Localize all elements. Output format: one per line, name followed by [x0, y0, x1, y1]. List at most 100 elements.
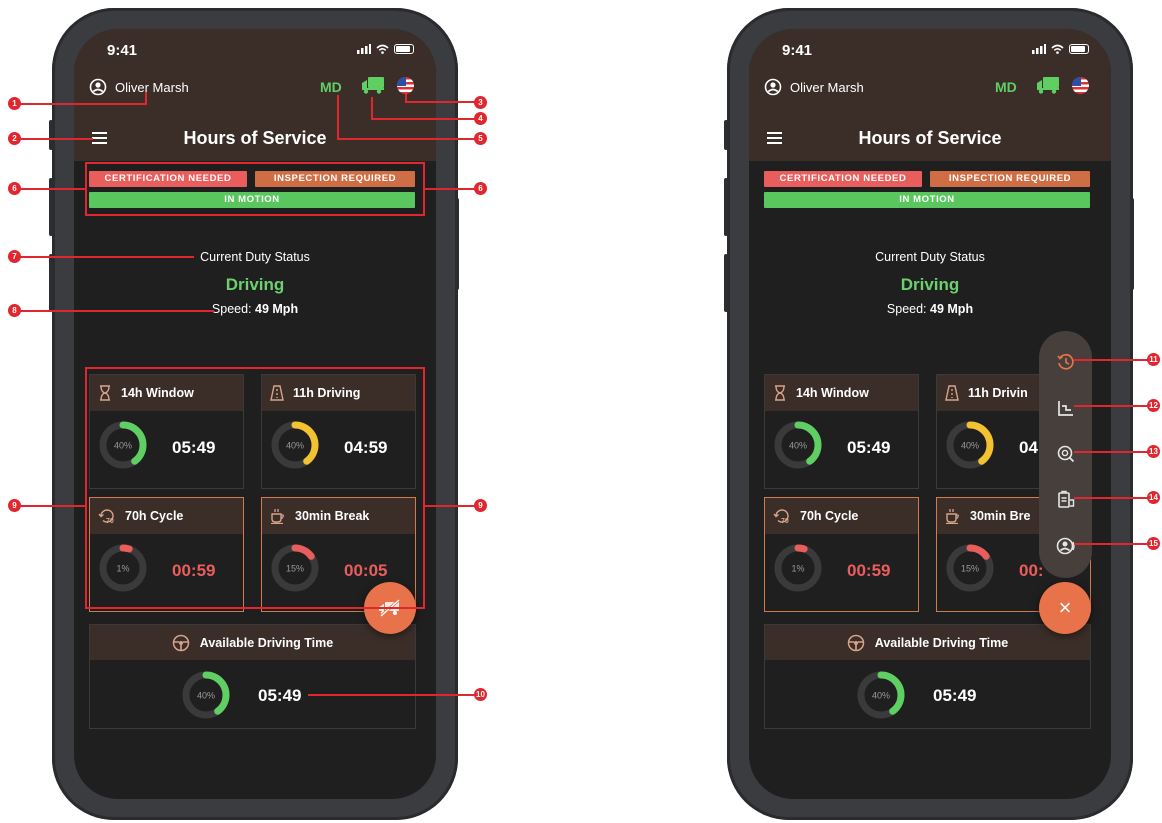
user-name: Oliver Marsh: [115, 79, 189, 95]
progress-ring: 40%: [182, 671, 230, 719]
motion-badge: IN MOTION: [764, 192, 1090, 208]
battery-icon: [1069, 44, 1089, 54]
status-time: 9:41: [107, 42, 138, 59]
callout-3: 3: [474, 96, 487, 109]
callout-14: 14: [1147, 491, 1160, 504]
duty-status-label: Current Duty Status: [875, 250, 985, 264]
history-icon: [1057, 353, 1074, 370]
card-title: 70h Cycle: [800, 509, 859, 523]
inspection-icon: [1057, 445, 1075, 463]
speed-value: 49 Mph: [930, 302, 974, 316]
status-icons: [1032, 44, 1089, 54]
history-button[interactable]: [1055, 351, 1077, 373]
callout-12: 12: [1147, 399, 1160, 412]
status-icons: [357, 44, 414, 54]
driver-icon: [1056, 537, 1075, 555]
callout-15: 15: [1147, 537, 1160, 550]
svg-text:40%: 40%: [197, 691, 215, 701]
certification-badge: CERTIFICATION NEEDED: [764, 171, 922, 187]
card-time: 00:: [1019, 561, 1044, 580]
inspection-badge: INSPECTION REQUIRED: [930, 171, 1090, 187]
card-title: 30min Bre: [970, 509, 1031, 523]
road-icon: [945, 385, 959, 401]
app-screen-speed-dial: 9:41 Oliver Marsh MD Hours of Service CE…: [749, 29, 1111, 799]
callout-13: 13: [1147, 445, 1160, 458]
callout-6-left: 6: [8, 182, 21, 195]
wifi-icon: [376, 44, 389, 54]
language-flag-icon[interactable]: [1072, 77, 1089, 94]
truck-icon[interactable]: [1036, 76, 1060, 94]
inspection-button[interactable]: [1055, 443, 1077, 465]
wifi-icon: [1051, 44, 1064, 54]
progress-ring: 40%: [946, 421, 994, 469]
truck-icon[interactable]: [361, 76, 385, 94]
steering-wheel-icon: [172, 634, 190, 651]
driver-button[interactable]: [1055, 535, 1077, 557]
signal-icon: [1032, 44, 1046, 54]
hourglass-icon: [775, 385, 785, 401]
user-profile[interactable]: Oliver Marsh: [764, 78, 864, 96]
svg-text:15%: 15%: [961, 564, 979, 574]
coffee-icon: [946, 509, 959, 524]
status-time: 9:41: [782, 42, 813, 59]
available-driving-card[interactable]: Available Driving Time 40% 05:49: [764, 624, 1091, 729]
card-time: 00:59: [847, 561, 891, 580]
app-header: 9:41 Oliver Marsh MD Hours of Service: [749, 29, 1111, 161]
battery-icon: [394, 44, 414, 54]
available-title: Available Driving Time: [874, 635, 1009, 650]
steering-wheel-icon: [847, 634, 865, 651]
speed-dial-menu: [1039, 331, 1092, 578]
progress-ring: 40%: [774, 421, 822, 469]
state-code[interactable]: MD: [995, 79, 1017, 95]
svg-text:70: 70: [781, 518, 789, 525]
callout-9-right: 9: [474, 499, 487, 512]
graph-button[interactable]: [1055, 397, 1077, 419]
available-time: 05:49: [933, 686, 977, 705]
available-time: 05:49: [258, 686, 302, 705]
page-title: Hours of Service: [858, 128, 1002, 148]
signal-icon: [357, 44, 371, 54]
user-icon: [764, 78, 782, 96]
close-icon: ×: [1058, 595, 1072, 620]
callout-10: 10: [474, 688, 487, 701]
callout-5: 5: [474, 132, 487, 145]
documents-icon: [1058, 490, 1075, 508]
card-title: 14h Window: [796, 386, 869, 400]
callout-box-badges: [85, 162, 425, 216]
available-driving-card[interactable]: Available Driving Time 40% 05:49: [89, 624, 416, 729]
state-code[interactable]: MD: [320, 79, 342, 95]
callout-box-cards: [85, 367, 425, 609]
card-14h-window[interactable]: 14h Window 40% 05:49: [764, 374, 919, 489]
card-time: 05:49: [847, 438, 891, 457]
progress-ring: 1%: [774, 544, 822, 592]
graph-icon: [1058, 401, 1073, 416]
phone-frame-right: 9:41 Oliver Marsh MD Hours of Service CE…: [724, 8, 1134, 820]
cycle-icon: 70: [773, 509, 789, 525]
user-profile[interactable]: Oliver Marsh: [89, 78, 189, 96]
language-flag-icon[interactable]: [397, 77, 414, 94]
callout-11: 11: [1147, 353, 1160, 366]
duty-status-value: Driving: [225, 275, 285, 294]
duty-status-value: Driving: [900, 275, 960, 294]
callout-7: 7: [8, 250, 21, 263]
speed-readout: Speed: 49 Mph: [886, 302, 974, 316]
card-70h-cycle[interactable]: 70 70h Cycle 1% 00:59: [764, 497, 919, 612]
callout-4: 4: [474, 112, 487, 125]
speed-readout: Speed: 49 Mph: [211, 302, 299, 316]
callout-9-left: 9: [8, 499, 21, 512]
documents-button[interactable]: [1055, 489, 1077, 511]
progress-ring: 40%: [857, 671, 905, 719]
progress-ring: 15%: [946, 544, 994, 592]
close-speed-dial-button[interactable]: ×: [1039, 582, 1091, 634]
card-time: 04: [1019, 438, 1038, 457]
callout-8: 8: [8, 304, 21, 317]
card-title: 11h Drivin: [968, 386, 1028, 400]
available-title: Available Driving Time: [199, 635, 334, 650]
svg-text:1%: 1%: [791, 564, 804, 574]
callout-1: 1: [8, 97, 21, 110]
user-icon: [89, 78, 107, 96]
callout-2: 2: [8, 132, 21, 145]
svg-text:40%: 40%: [961, 441, 979, 451]
user-name: Oliver Marsh: [790, 79, 864, 95]
speed-value: 49 Mph: [255, 302, 299, 316]
